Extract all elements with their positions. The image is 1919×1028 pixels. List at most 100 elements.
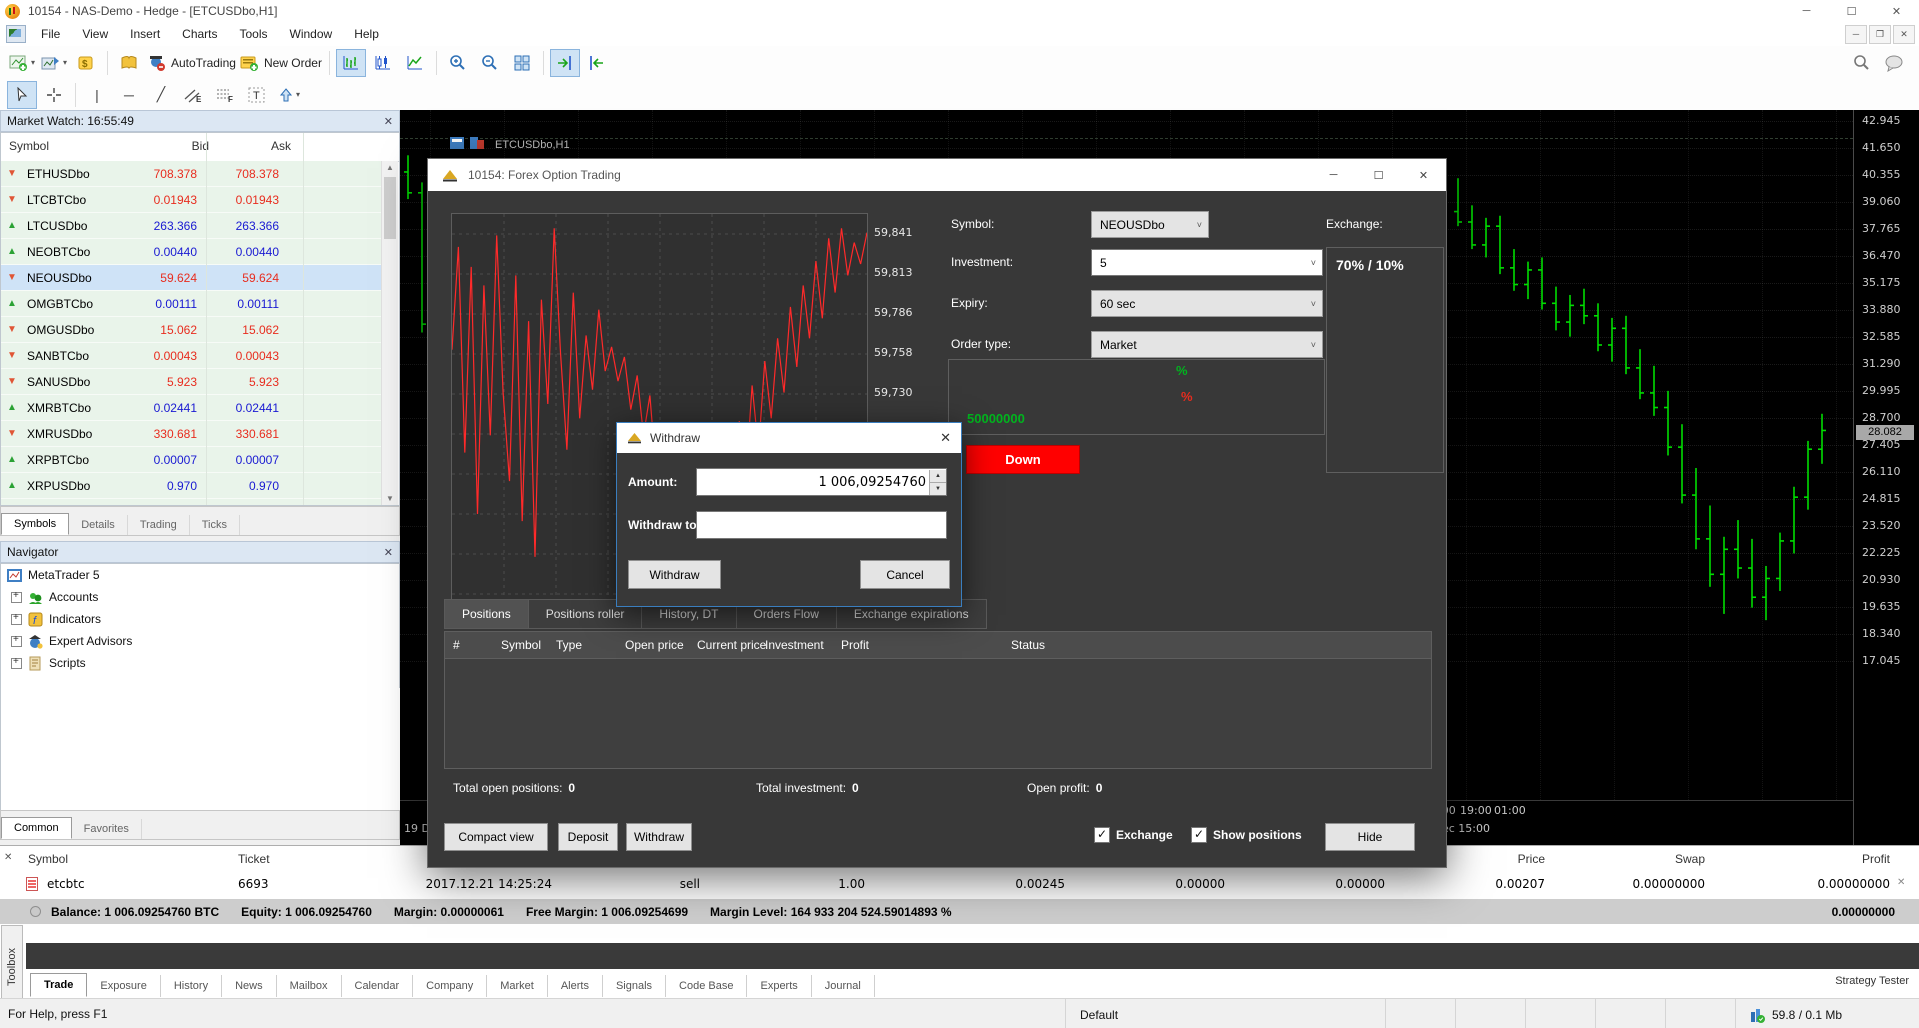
close-button[interactable]: ✕ bbox=[1874, 0, 1919, 22]
new-order-button[interactable]: New Order bbox=[239, 49, 323, 77]
market-watch-tab-ticks[interactable]: Ticks bbox=[190, 515, 240, 535]
market-watch-row[interactable]: ▼XMRUSDbo330.681330.681 bbox=[1, 421, 383, 447]
hide-button[interactable]: Hide bbox=[1325, 823, 1415, 851]
market-watch-row[interactable]: ▲OMGBTCbo0.001110.00111 bbox=[1, 291, 383, 317]
market-watch-tab-details[interactable]: Details bbox=[69, 515, 128, 535]
toolbox-tab-trade[interactable]: Trade bbox=[30, 973, 87, 997]
market-watch-row[interactable]: ▼SANBTCbo0.000430.00043 bbox=[1, 343, 383, 369]
toolbox-close-icon[interactable]: ✕ bbox=[4, 852, 12, 863]
withdraw-titlebar[interactable]: Withdraw ✕ bbox=[617, 423, 961, 453]
market-watch-row[interactable]: ▼ZECBTCbo0.038740.03874 bbox=[1, 499, 383, 506]
fibonacci-tool-button[interactable]: F bbox=[210, 81, 240, 109]
toolbox-column-price[interactable]: Price bbox=[1518, 852, 1545, 866]
toolbox-tab-code-base[interactable]: Code Base bbox=[666, 975, 747, 997]
market-watch-scrollbar[interactable]: ▲ ▼ bbox=[381, 161, 398, 506]
column-ask[interactable]: Ask bbox=[221, 139, 291, 153]
bar-chart-mode-button[interactable] bbox=[336, 49, 366, 77]
status-profile-cell[interactable]: Default bbox=[1065, 999, 1386, 1028]
toolbox-column-symbol[interactable]: Symbol bbox=[28, 852, 68, 866]
market-watch-row[interactable]: ▼LTCBTCbo0.019430.01943 bbox=[1, 187, 383, 213]
market-watch-row[interactable]: ▲XRPBTCbo0.000070.00007 bbox=[1, 447, 383, 473]
tile-windows-button[interactable] bbox=[507, 49, 537, 77]
mdi-minimize-icon[interactable]: ─ bbox=[1845, 25, 1867, 44]
deposit-button[interactable]: $ bbox=[71, 49, 101, 77]
positions-column-type[interactable]: Type bbox=[556, 638, 582, 652]
toolbox-tab-mailbox[interactable]: Mailbox bbox=[277, 975, 342, 997]
menu-file[interactable]: File bbox=[30, 24, 71, 44]
toolbox-tab-exposure[interactable]: Exposure bbox=[87, 975, 160, 997]
down-button[interactable]: Down bbox=[966, 445, 1080, 474]
navigator-tab-favorites[interactable]: Favorites bbox=[72, 819, 142, 839]
mdi-close-icon[interactable]: ✕ bbox=[1893, 25, 1915, 44]
symbol-select[interactable]: NEOUSDbo ˅ bbox=[1091, 211, 1209, 238]
menu-insert[interactable]: Insert bbox=[119, 24, 171, 44]
market-watch-row[interactable]: ▲LTCUSDbo263.366263.366 bbox=[1, 213, 383, 239]
expiry-select[interactable]: 60 sec ˅ bbox=[1091, 290, 1323, 317]
toolbox-tab-company[interactable]: Company bbox=[413, 975, 487, 997]
investment-input[interactable]: 5 ˅ bbox=[1091, 249, 1323, 276]
withdraw-button[interactable]: Withdraw bbox=[626, 823, 692, 851]
column-symbol[interactable]: Symbol bbox=[9, 139, 49, 153]
withdraw-to-input[interactable] bbox=[696, 511, 947, 539]
market-watch-row[interactable]: ▲XMRBTCbo0.024410.02441 bbox=[1, 395, 383, 421]
positions-column-profit[interactable]: Profit bbox=[841, 638, 869, 652]
navigator-item-expert-advisors[interactable]: Expert Advisors bbox=[1, 630, 399, 652]
dialog-maximize-icon[interactable]: ☐ bbox=[1356, 159, 1401, 191]
line-chart-mode-button[interactable] bbox=[400, 49, 430, 77]
toolbox-tab-journal[interactable]: Journal bbox=[812, 975, 875, 997]
history-center-button[interactable] bbox=[114, 49, 144, 77]
profiles-button[interactable]: ▾ bbox=[39, 49, 69, 77]
navigator-item-indicators[interactable]: fIndicators bbox=[1, 608, 399, 630]
market-watch-row[interactable]: ▲XRPUSDbo0.9700.970 bbox=[1, 473, 383, 499]
toolbox-side-tab[interactable]: Toolbox bbox=[1, 925, 23, 1009]
vertical-line-tool-button[interactable]: | bbox=[82, 81, 112, 109]
chart-shift-button[interactable] bbox=[550, 49, 580, 77]
toolbox-tab-signals[interactable]: Signals bbox=[603, 975, 666, 997]
toolbox-column-profit[interactable]: Profit bbox=[1862, 852, 1890, 866]
cursor-tool-button[interactable] bbox=[7, 81, 37, 109]
navigator-close-icon[interactable]: ✕ bbox=[384, 546, 393, 559]
compact-view-button[interactable]: Compact view bbox=[444, 823, 548, 851]
market-watch-row[interactable]: ▼NEOUSDbo59.62459.624 bbox=[1, 265, 383, 291]
withdraw-close-icon[interactable]: ✕ bbox=[940, 430, 951, 446]
positions-column-investment[interactable]: Investment bbox=[765, 638, 824, 652]
market-watch-row[interactable]: ▲NEOBTCbo0.004400.00440 bbox=[1, 239, 383, 265]
checkbox-icon[interactable]: ✓ bbox=[1094, 827, 1110, 843]
crosshair-tool-button[interactable] bbox=[39, 81, 69, 109]
toolbox-column-ticket[interactable]: Ticket bbox=[238, 852, 270, 866]
zoom-in-button[interactable] bbox=[443, 49, 473, 77]
positions-column-open-price[interactable]: Open price bbox=[625, 638, 684, 652]
navigator-item-accounts[interactable]: Accounts bbox=[1, 586, 399, 608]
market-watch-close-icon[interactable]: ✕ bbox=[384, 115, 393, 128]
autotrading-button[interactable]: AutoTrading bbox=[146, 49, 237, 77]
menu-tools[interactable]: Tools bbox=[229, 24, 279, 44]
candlestick-mode-button[interactable] bbox=[368, 49, 398, 77]
order-type-select[interactable]: Market ˅ bbox=[1091, 331, 1323, 358]
show-positions-checkbox[interactable]: ✓Show positions bbox=[1191, 827, 1302, 843]
scrollbar-thumb[interactable] bbox=[384, 177, 396, 239]
exchange-checkbox[interactable]: ✓Exchange bbox=[1094, 827, 1173, 843]
amount-input[interactable]: 1 006,09254760 ▲▼ bbox=[696, 468, 947, 496]
scroll-down-icon[interactable]: ▼ bbox=[382, 492, 398, 506]
amount-stepper[interactable]: ▲▼ bbox=[929, 470, 945, 494]
market-watch-row[interactable]: ▼ETHUSDbo708.378708.378 bbox=[1, 161, 383, 187]
cancel-button[interactable]: Cancel bbox=[860, 560, 950, 589]
toolbox-tab-experts[interactable]: Experts bbox=[747, 975, 811, 997]
minimize-button[interactable]: ─ bbox=[1784, 0, 1829, 22]
toolbox-column-swap[interactable]: Swap bbox=[1675, 852, 1705, 866]
expand-icon[interactable] bbox=[11, 658, 22, 669]
market-watch-row[interactable]: ▼OMGUSDbo15.06215.062 bbox=[1, 317, 383, 343]
toolbox-tab-news[interactable]: News bbox=[222, 975, 277, 997]
checkbox-icon[interactable]: ✓ bbox=[1191, 827, 1207, 843]
positions-column-status[interactable]: Status bbox=[1011, 638, 1045, 652]
maximize-button[interactable]: ☐ bbox=[1829, 0, 1874, 22]
strategy-tester-label[interactable]: Strategy Tester bbox=[1835, 975, 1909, 987]
forex-dialog-titlebar[interactable]: 10154: Forex Option Trading ─ ☐ ✕ bbox=[428, 159, 1446, 191]
toolbox-tab-market[interactable]: Market bbox=[487, 975, 548, 997]
new-chart-button[interactable]: ▾ bbox=[7, 49, 37, 77]
zoom-out-button[interactable] bbox=[475, 49, 505, 77]
expand-icon[interactable] bbox=[11, 592, 22, 603]
scroll-up-icon[interactable]: ▲ bbox=[382, 161, 398, 175]
menu-window[interactable]: Window bbox=[279, 24, 344, 44]
toolbox-tab-alerts[interactable]: Alerts bbox=[548, 975, 603, 997]
